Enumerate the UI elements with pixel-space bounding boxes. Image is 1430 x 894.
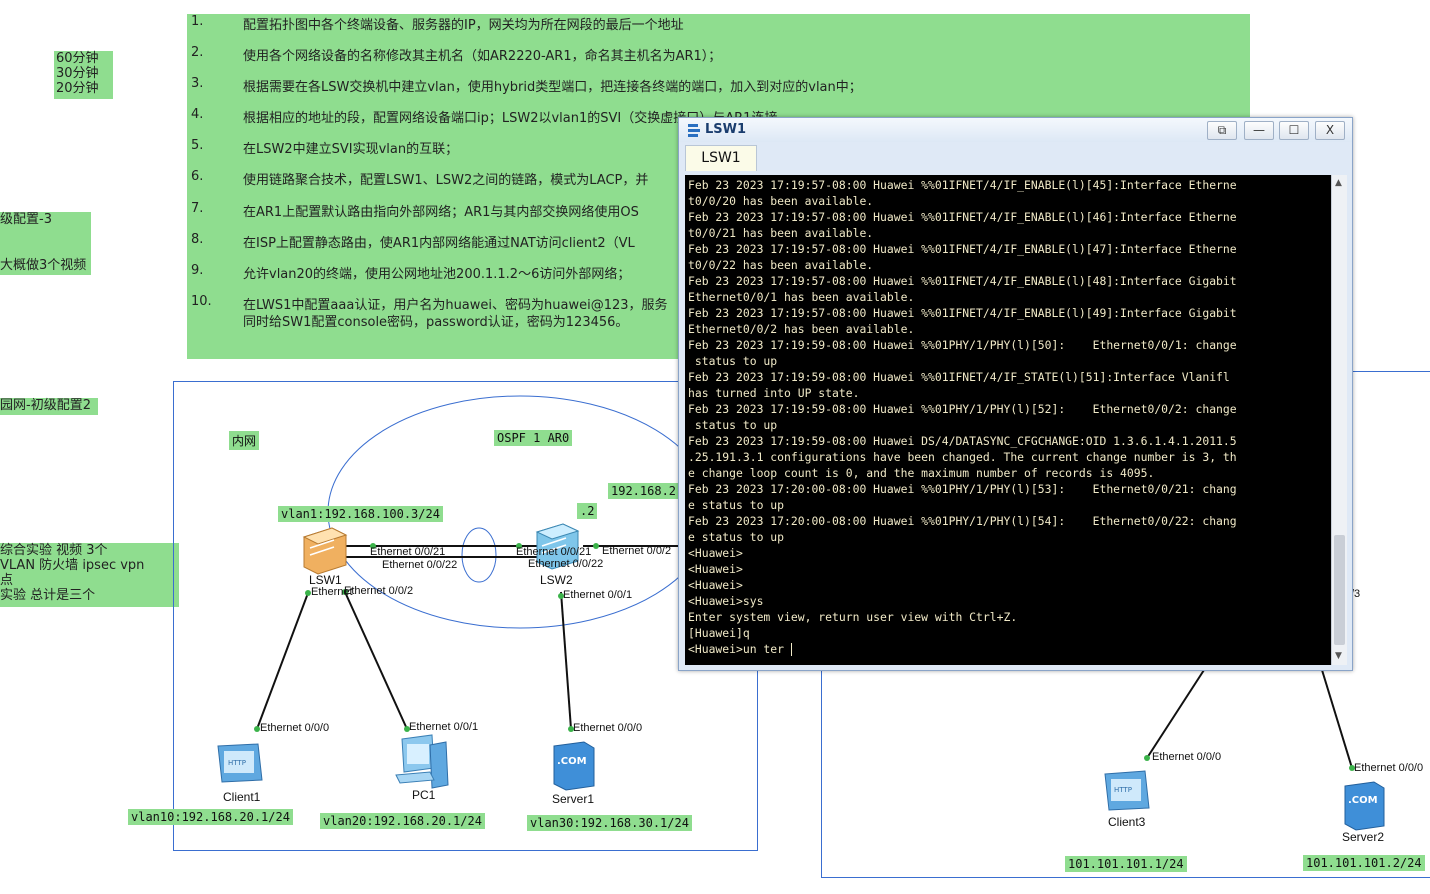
port-label: Ethernet 0/0/1: [409, 721, 479, 733]
terminal-line: status to up: [688, 354, 778, 368]
client-icon[interactable]: HTTP: [217, 743, 263, 783]
window-titlebar[interactable]: LSW1 ⧉ — ☐ X: [679, 118, 1352, 142]
port-label: Ethernet 0/0/22: [528, 558, 604, 570]
svg-text:.COM: .COM: [1348, 795, 1378, 806]
terminal-line: Feb 23 2023 17:19:57-08:00 Huawei %%01IF…: [688, 306, 1237, 320]
terminal-line: t0/0/22 has been available.: [688, 258, 874, 272]
ip-suffix-label: .2: [577, 503, 598, 519]
port-label: Ethernet 0/0/0: [1152, 751, 1222, 763]
maximize-button[interactable]: ☐: [1279, 121, 1309, 140]
terminal-line: .25.191.3.1 configurations have been cha…: [688, 450, 1237, 464]
terminal-console[interactable]: Feb 23 2023 17:19:57-08:00 Huawei %%01IF…: [685, 175, 1331, 665]
port-label: Ethernet 0/0/21: [370, 546, 446, 558]
port-label: Ethernet 0/0/2: [602, 545, 672, 557]
link-server2: [1321, 669, 1353, 769]
server-icon[interactable]: .COM: [1344, 781, 1385, 831]
vlan1-label: vlan1:192.168.100.3/24: [278, 506, 443, 522]
app-icon: [688, 124, 700, 137]
terminal-line: Feb 23 2023 17:19:59-08:00 Huawei %%01PH…: [688, 402, 1237, 416]
svg-text:HTTP: HTTP: [228, 759, 246, 767]
terminal-line: e status to up: [688, 498, 785, 512]
port-label: Ethernet 0/0/1: [563, 589, 633, 601]
server-icon[interactable]: .COM: [553, 741, 595, 791]
scrollbar-thumb[interactable]: [1334, 535, 1345, 645]
switch-icon[interactable]: [302, 527, 348, 575]
port-label: Ethernet 0/0/0: [1354, 762, 1424, 774]
device-label-lsw2: LSW2: [540, 573, 573, 587]
port-label: Ethernet 0/0/0: [573, 722, 643, 734]
scroll-down-icon[interactable]: ▼: [1335, 651, 1342, 661]
vlan10-label: vlan10:192.168.20.1/24: [128, 809, 293, 825]
terminal-line: <Huawei>: [688, 578, 743, 592]
port-label: Ethernet 0/0/2: [344, 585, 414, 597]
tab-lsw1[interactable]: LSW1: [685, 145, 757, 171]
terminal-line: <Huawei>un ter: [688, 642, 792, 656]
port-label: Ethernet: [311, 586, 353, 598]
client-icon[interactable]: HTTP: [1104, 770, 1150, 811]
terminal-line: Feb 23 2023 17:19:57-08:00 Huawei %%01IF…: [688, 242, 1237, 256]
close-button[interactable]: X: [1315, 121, 1345, 140]
svg-text:HTTP: HTTP: [1114, 786, 1132, 794]
terminal-line: <Huawei>: [688, 562, 743, 576]
terminal-line: Feb 23 2023 17:19:57-08:00 Huawei %%01IF…: [688, 178, 1237, 192]
vlan20-label: vlan20:192.168.20.1/24: [320, 813, 485, 829]
port-dot: [593, 543, 599, 549]
public-ip-1-label: 101.101.101.1/24: [1065, 856, 1187, 872]
device-label-server2: Server2: [1342, 830, 1385, 844]
pc-icon[interactable]: [395, 734, 449, 789]
device-label-client3: Client3: [1108, 815, 1146, 829]
device-label-lsw1: LSW1: [309, 573, 342, 587]
public-ip-2-label: 101.101.101.2/24: [1303, 855, 1425, 871]
port-label: Ethernet 0/0/22: [382, 559, 458, 571]
scroll-up-icon[interactable]: ▲: [1335, 178, 1342, 188]
terminal-output: Feb 23 2023 17:19:57-08:00 Huawei %%01IF…: [688, 177, 1237, 657]
terminal-line: t0/0/20 has been available.: [688, 194, 874, 208]
link-aggregation-ellipse: [461, 527, 497, 583]
terminal-window[interactable]: LSW1 ⧉ — ☐ X LSW1 Feb 23 2023 17:19:57-0…: [678, 117, 1353, 671]
terminal-line: Feb 23 2023 17:20:00-08:00 Huawei %%01PH…: [688, 482, 1237, 496]
vlan30-label: vlan30:192.168.30.1/24: [527, 815, 692, 831]
terminal-line: Feb 23 2023 17:19:59-08:00 Huawei %%01PH…: [688, 338, 1237, 352]
link-lsw2-server1: [560, 591, 572, 730]
window-title: LSW1: [705, 122, 747, 137]
terminal-line: Enter system view, return user view with…: [688, 610, 1018, 624]
link-client3: [1146, 669, 1205, 759]
terminal-line: e change loop count is 0, and the maximu…: [688, 466, 1155, 480]
terminal-line: <Huawei>sys: [688, 594, 764, 608]
terminal-scrollbar[interactable]: ▲ ▼: [1331, 175, 1347, 665]
terminal-line: e status to up: [688, 530, 785, 544]
intranet-label: 内网: [229, 431, 260, 450]
device-label-client1: Client1: [223, 790, 261, 804]
terminal-line: Feb 23 2023 17:20:00-08:00 Huawei %%01PH…: [688, 514, 1237, 528]
terminal-line: Ethernet0/0/1 has been available.: [688, 290, 915, 304]
link-lsw1-pc1: [344, 591, 408, 730]
port-label: Ethernet 0/0/0: [260, 722, 330, 734]
terminal-line: Feb 23 2023 17:19:59-08:00 Huawei DS/4/D…: [688, 434, 1237, 448]
terminal-line: has turned into UP state.: [688, 386, 860, 400]
port-label: Ethernet 0/0/21: [516, 546, 592, 558]
ospf-label: OSPF 1 AR0: [494, 430, 573, 446]
terminal-line: status to up: [688, 418, 778, 432]
port-dot: [1144, 755, 1150, 761]
minimize-button[interactable]: —: [1244, 121, 1274, 140]
terminal-line: [Huawei]q: [688, 626, 750, 640]
svg-text:.COM: .COM: [557, 756, 587, 767]
terminal-line: Feb 23 2023 17:19:57-08:00 Huawei %%01IF…: [688, 274, 1237, 288]
terminal-line: Ethernet0/0/2 has been available.: [688, 322, 915, 336]
link-lsw1-client1: [256, 592, 309, 730]
terminal-line: t0/0/21 has been available.: [688, 226, 874, 240]
cursor-icon: [790, 643, 792, 656]
terminal-line: Feb 23 2023 17:19:59-08:00 Huawei %%01IF…: [688, 370, 1230, 384]
device-label-pc1: PC1: [412, 788, 436, 802]
restore-button[interactable]: ⧉: [1207, 121, 1237, 140]
ip-label: 192.168.2: [608, 483, 680, 499]
terminal-line: Feb 23 2023 17:19:57-08:00 Huawei %%01IF…: [688, 210, 1237, 224]
terminal-line: <Huawei>: [688, 546, 743, 560]
device-label-server1: Server1: [552, 792, 595, 806]
